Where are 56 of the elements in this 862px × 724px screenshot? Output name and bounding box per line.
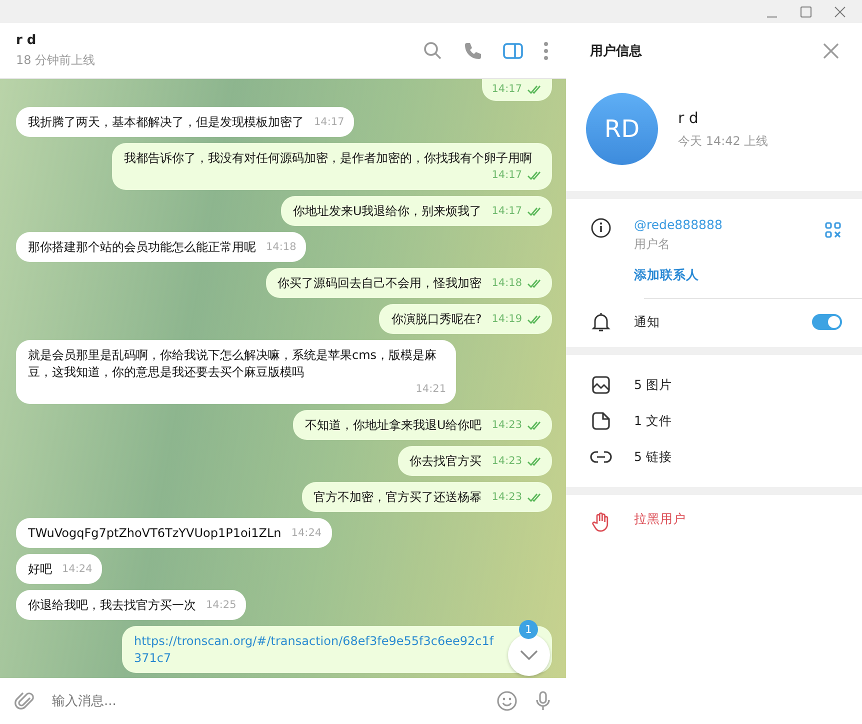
more-options-icon[interactable] bbox=[542, 40, 550, 62]
image-icon bbox=[590, 374, 612, 396]
info-icon bbox=[590, 217, 612, 239]
last-seen-status: 今天 14:42 上线 bbox=[678, 132, 768, 150]
notifications-toggle[interactable] bbox=[812, 314, 842, 330]
shared-media-link[interactable]: 5 链接 bbox=[634, 448, 672, 466]
message-text: 你退给我吧，我去找官方买一次 bbox=[28, 597, 196, 614]
bell-icon bbox=[590, 311, 612, 333]
username-label: 用户名 bbox=[634, 236, 671, 253]
message-text: 我都告诉你了，我没有对任何源码加密，是作者加密的，你找我有个卵子用啊 bbox=[124, 150, 532, 167]
message-time: 14:23 bbox=[492, 454, 522, 469]
message-time: 14:18 bbox=[492, 276, 522, 291]
message-text: 官方不加密，官方买了还送杨幂 bbox=[314, 489, 482, 506]
shared-media-link[interactable]: 1 文件 bbox=[634, 412, 672, 430]
block-user-button[interactable]: 拉黑用户 bbox=[634, 511, 686, 528]
message-input-field[interactable]: 输入消息... bbox=[50, 692, 482, 710]
message-time: 14:24 bbox=[62, 562, 92, 577]
message-time: 14:17 bbox=[492, 82, 522, 97]
emoji-icon[interactable] bbox=[496, 690, 518, 712]
chevron-down-icon bbox=[519, 649, 539, 661]
chat-title: r d bbox=[16, 32, 38, 48]
message-time: 14:17 bbox=[314, 115, 344, 130]
avatar: RD bbox=[586, 93, 658, 165]
file-icon bbox=[590, 410, 612, 432]
message-text: 你去找官方买 bbox=[410, 453, 482, 470]
maximize-icon[interactable] bbox=[800, 6, 812, 18]
close-icon[interactable] bbox=[834, 6, 846, 18]
message-text: 那你搭建那个站的会员功能怎么能正常用呢 bbox=[28, 239, 256, 256]
message-text: TWuVogqFg7ptZhoVT6TzYVUop1P1oi1ZLn bbox=[28, 525, 282, 542]
message-time: 14:21 bbox=[416, 382, 446, 397]
shared-media-link[interactable]: 5 图片 bbox=[634, 376, 672, 394]
user-name: r d bbox=[678, 108, 700, 126]
username-link[interactable]: @rede888888 bbox=[634, 217, 802, 232]
message-text: 就是会员那里是乱码啊，你给我说下怎么解决嘛，系统是苹果cms，版模是麻豆，这我知道，你的意思是我还要去买个麻豆版模吗 bbox=[28, 347, 438, 381]
message-text: 你地址发来U我退给你，别来烦我了 bbox=[292, 203, 482, 220]
qr-code-icon[interactable] bbox=[824, 221, 842, 239]
message-time: 14:18 bbox=[266, 240, 296, 255]
last-seen-status: 18 分钟前上线 bbox=[16, 52, 96, 68]
message-link[interactable]: https://tronscan.org/#/transaction/68ef3fe9e55f3c6ee92c1f371c7 bbox=[134, 633, 496, 667]
message-text: 我折腾了两天，基本都解决了，但是发现模板加密了 bbox=[28, 114, 304, 131]
add-contact-button[interactable]: 添加联系人 bbox=[634, 267, 699, 284]
search-icon[interactable] bbox=[422, 40, 444, 62]
message-time: 14:17 bbox=[492, 204, 522, 219]
message-time: 14:24 bbox=[291, 526, 322, 541]
message-time: 14:17 bbox=[492, 168, 522, 183]
message-time: 14:23 bbox=[492, 490, 522, 505]
message-time: 14:25 bbox=[206, 598, 236, 613]
notifications-label: 通知 bbox=[634, 314, 660, 330]
message-text: 你演脱口秀呢在? bbox=[391, 311, 482, 328]
message-time: 14:23 bbox=[492, 418, 522, 433]
message-time: 14:19 bbox=[492, 312, 522, 327]
message-text: 好吧 bbox=[28, 561, 52, 578]
message-text: 你买了源码回去自己不会用，怪我加密 bbox=[278, 275, 482, 292]
message-text: 不知道，你地址拿来我退U给你吧 bbox=[304, 417, 482, 434]
paperclip-icon[interactable] bbox=[14, 690, 36, 712]
panel-title: 用户信息 bbox=[590, 42, 642, 60]
